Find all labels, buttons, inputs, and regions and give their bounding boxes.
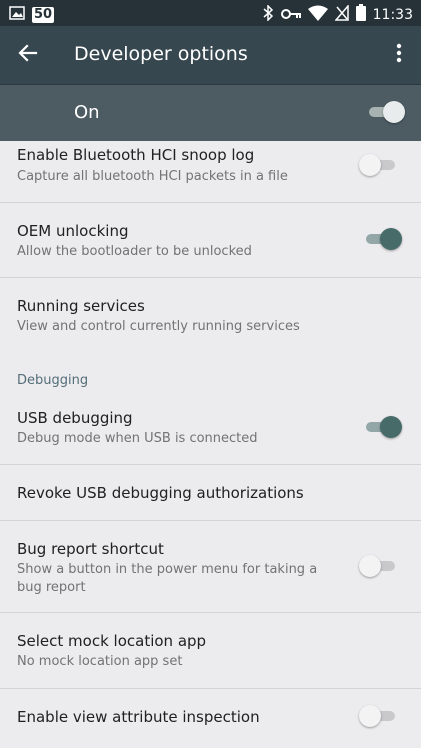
clock: 11:33 bbox=[372, 6, 413, 23]
page-title: Developer options bbox=[74, 43, 248, 65]
bug-report-shortcut-toggle[interactable] bbox=[359, 555, 397, 577]
setting-title: Bug report shortcut bbox=[17, 540, 164, 558]
status-left-icons: 50 bbox=[9, 5, 55, 24]
setting-title: Enable Bluetooth HCI snoop log bbox=[17, 146, 255, 164]
setting-bug-report-shortcut[interactable]: Bug report shortcut Show a button in the… bbox=[0, 521, 421, 613]
master-switch-bar[interactable]: On bbox=[0, 84, 421, 141]
view-attribute-inspection-toggle[interactable] bbox=[359, 705, 397, 727]
setting-subtitle: Allow the bootloader to be unlocked bbox=[17, 244, 252, 259]
usb-debugging-toggle[interactable] bbox=[364, 416, 402, 438]
key-icon bbox=[280, 5, 301, 24]
setting-title: Running services bbox=[17, 297, 145, 315]
setting-subtitle: Show a button in the power menu for taki… bbox=[17, 562, 318, 595]
back-button[interactable] bbox=[14, 41, 42, 69]
setting-title: Enable view attribute inspection bbox=[17, 708, 260, 726]
switch-thumb bbox=[383, 101, 405, 123]
status-bar: 50 11:33 bbox=[0, 0, 421, 26]
bluetooth-snoop-toggle[interactable] bbox=[359, 154, 397, 176]
setting-bluetooth-hci-snoop-log[interactable]: Enable Bluetooth HCI snoop log Capture a… bbox=[0, 140, 421, 203]
switch-thumb bbox=[380, 416, 402, 438]
app-bar: Developer options bbox=[0, 26, 421, 84]
no-sim-icon bbox=[334, 3, 349, 25]
setting-subtitle: View and control currently running servi… bbox=[17, 319, 300, 334]
setting-subtitle: Capture all bluetooth HCI packets in a f… bbox=[17, 169, 288, 184]
switch-thumb bbox=[380, 228, 402, 250]
setting-subtitle: Debug mode when USB is connected bbox=[17, 431, 258, 446]
setting-usb-debugging[interactable]: USB debugging Debug mode when USB is con… bbox=[0, 393, 421, 465]
battery-icon bbox=[355, 4, 366, 25]
setting-title: USB debugging bbox=[17, 409, 133, 427]
overflow-menu-button[interactable] bbox=[387, 41, 411, 69]
more-vert-icon bbox=[396, 43, 402, 67]
setting-title: Revoke USB debugging authorizations bbox=[17, 484, 304, 502]
setting-title: OEM unlocking bbox=[17, 222, 129, 240]
notification-badge: 50 bbox=[32, 6, 55, 23]
status-right-icons: 11:33 bbox=[262, 3, 413, 25]
setting-oem-unlocking[interactable]: OEM unlocking Allow the bootloader to be… bbox=[0, 203, 421, 278]
master-toggle[interactable] bbox=[367, 101, 405, 123]
switch-thumb bbox=[359, 154, 381, 176]
arrow-left-icon bbox=[18, 43, 38, 67]
setting-running-services[interactable]: Running services View and control curren… bbox=[0, 278, 421, 350]
switch-thumb bbox=[359, 555, 381, 577]
oem-unlocking-toggle[interactable] bbox=[364, 228, 402, 250]
setting-title: Select mock location app bbox=[17, 632, 207, 650]
section-header-debugging: Debugging bbox=[17, 373, 89, 388]
switch-thumb bbox=[359, 705, 381, 727]
setting-revoke-usb-authorizations[interactable]: Revoke USB debugging authorizations bbox=[0, 465, 421, 521]
image-icon bbox=[9, 5, 25, 24]
setting-view-attribute-inspection[interactable]: Enable view attribute inspection bbox=[0, 689, 421, 748]
setting-mock-location-app[interactable]: Select mock location app No mock locatio… bbox=[0, 613, 421, 689]
master-switch-label: On bbox=[74, 102, 100, 123]
setting-subtitle: No mock location app set bbox=[17, 654, 183, 669]
wifi-icon bbox=[307, 5, 328, 25]
bluetooth-icon bbox=[262, 3, 274, 25]
